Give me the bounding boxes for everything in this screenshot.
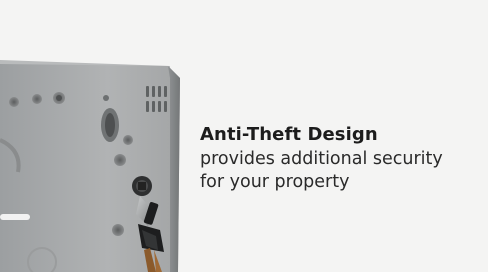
product-photo (0, 60, 180, 272)
feature-title: Anti-Theft Design (200, 124, 378, 145)
lock-icon (132, 176, 152, 196)
feature-description: provides additional security for your pr… (200, 149, 443, 192)
feature-text: Anti-Theft Design provides additional se… (200, 124, 480, 194)
feature-card: Anti-Theft Design provides additional se… (0, 0, 488, 272)
